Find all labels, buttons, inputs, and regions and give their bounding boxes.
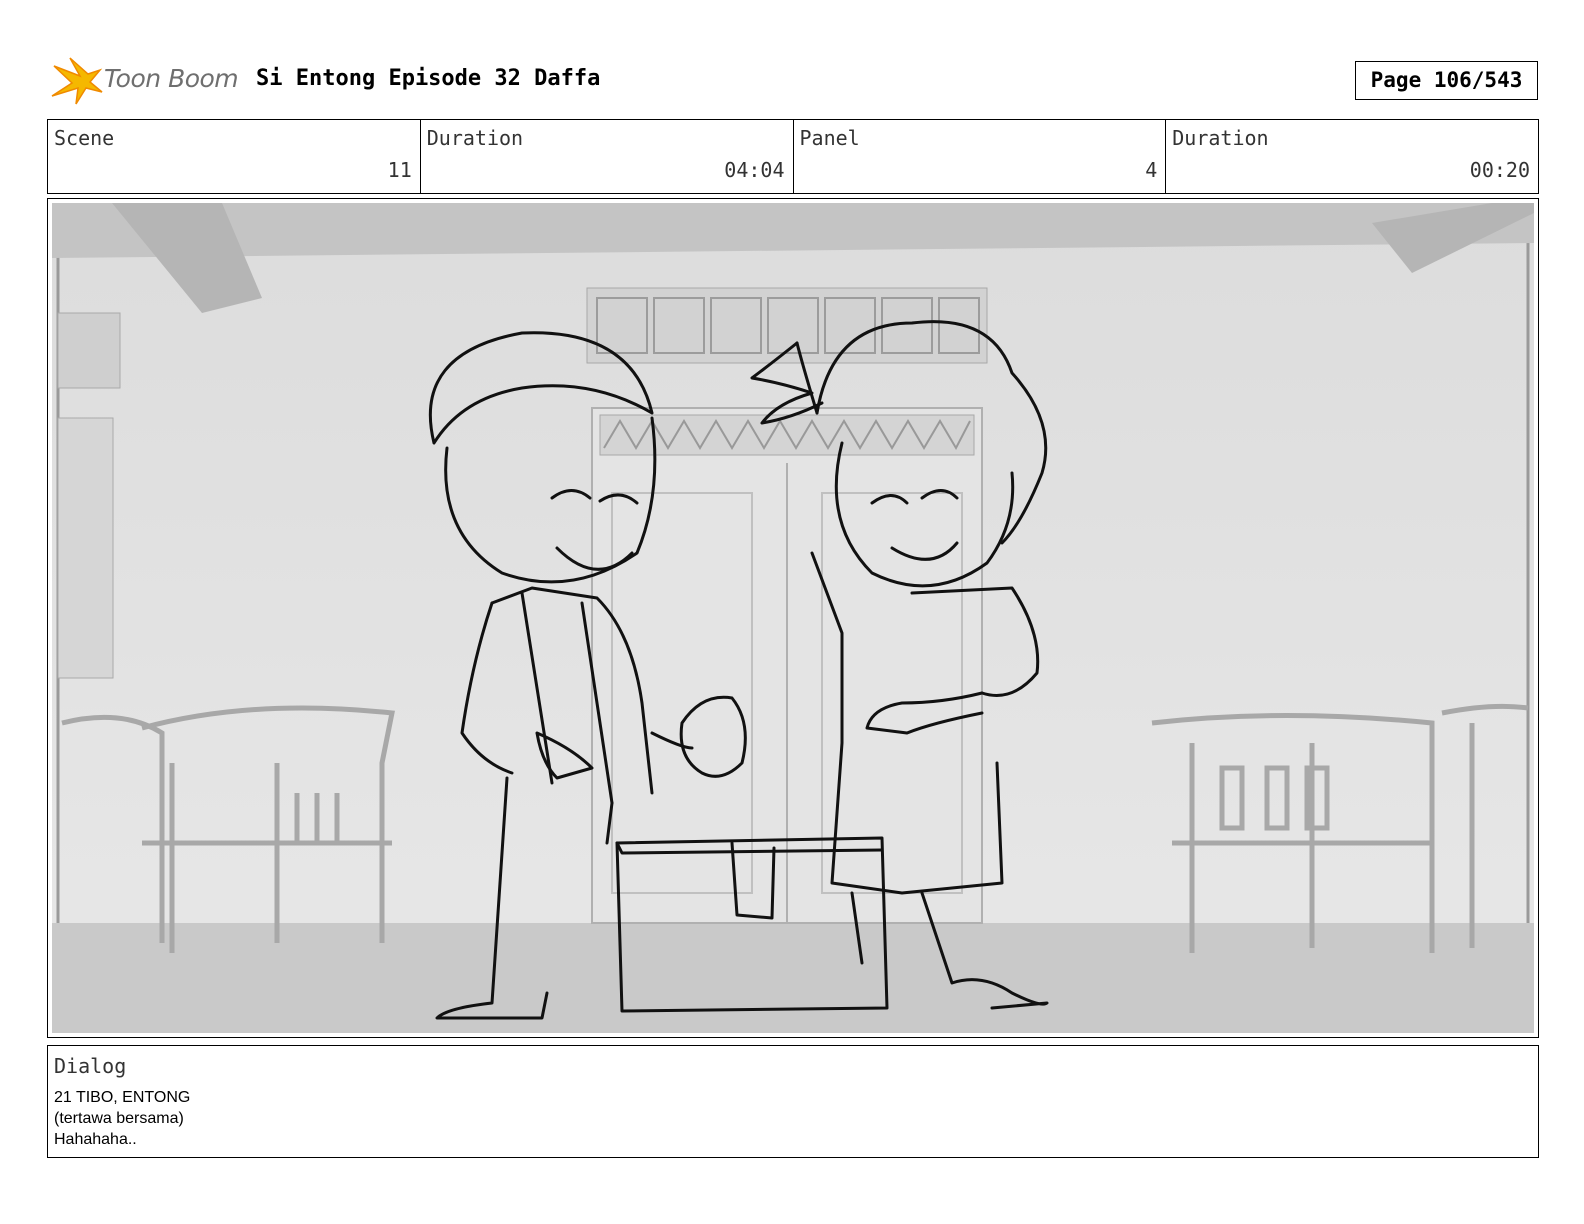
panel-cell: Panel 4 (794, 120, 1167, 193)
dialog-label: Dialog (54, 1054, 127, 1078)
panel-duration-label: Duration (1172, 126, 1269, 150)
document-title: Si Entong Episode 32 Daffa (256, 66, 601, 91)
dialog-text: 21 TIBO, ENTONG (tertawa bersama) Hahaha… (54, 1087, 190, 1150)
panel-info-row: Scene 11 Duration 04:04 Panel 4 Duration… (47, 119, 1539, 194)
logo-starburst-icon (51, 57, 103, 105)
scene-duration-label: Duration (426, 126, 524, 150)
storyboard-panel (47, 198, 1539, 1038)
page-indicator: Page 106/543 (1355, 61, 1538, 100)
panel-label: Panel (799, 126, 860, 150)
panel-duration-value: 00:20 (1469, 158, 1530, 182)
dialog-line: Hahahaha.. (54, 1131, 137, 1148)
scene-label: Scene (54, 126, 115, 150)
dialog-line: 21 TIBO, ENTONG (54, 1089, 191, 1106)
scene-duration-cell: Duration 04:04 (421, 120, 794, 193)
dialog-line: (tertawa bersama) (54, 1110, 184, 1127)
panel-value: 4 (1145, 158, 1158, 182)
panel-sketch-image (52, 203, 1534, 1033)
panel-duration-cell: Duration 00:20 (1166, 120, 1538, 193)
scene-value: 11 (387, 158, 412, 182)
scene-cell: Scene 11 (48, 120, 421, 193)
dialog-box: Dialog 21 TIBO, ENTONG (tertawa bersama)… (47, 1045, 1539, 1158)
logo-text: Toon Boom (104, 64, 239, 93)
scene-duration-value: 04:04 (724, 158, 785, 182)
